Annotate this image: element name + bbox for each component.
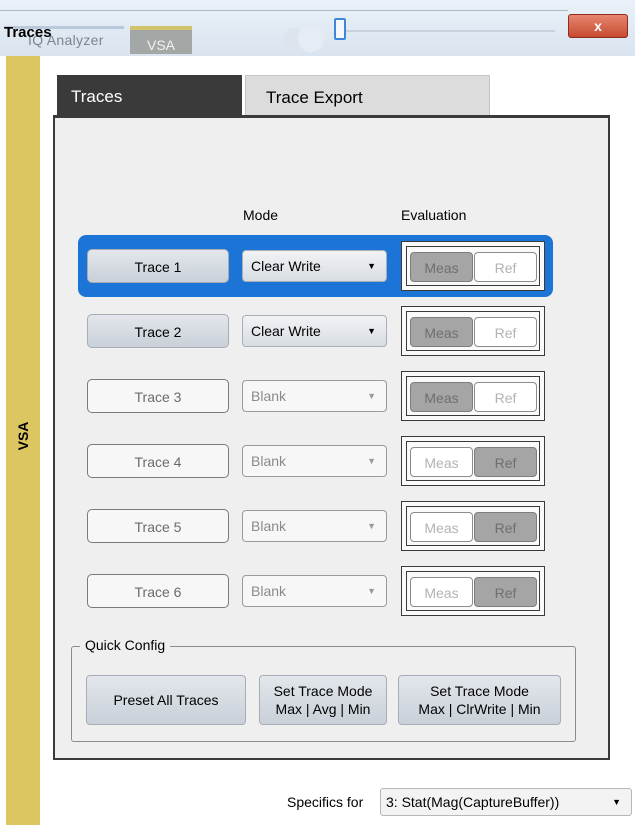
trace-mode-value: Blank (251, 453, 287, 469)
trace-6-ref-toggle[interactable]: Ref (474, 577, 537, 607)
button-label-line1: Set Trace Mode (273, 683, 373, 699)
trace-mode-value: Blank (251, 583, 287, 599)
trace-4-evaluation-toggle: Meas Ref (401, 436, 545, 486)
trace-3-mode-dropdown[interactable]: Blank ▼ (242, 380, 387, 412)
preset-all-traces-button[interactable]: Preset All Traces (86, 675, 246, 725)
side-strip-label: VSA (15, 421, 31, 451)
trace-1-ref-toggle[interactable]: Ref (474, 252, 537, 282)
trace-2-evaluation-toggle: Meas Ref (401, 306, 545, 356)
trace-6-button[interactable]: Trace 6 (87, 574, 229, 608)
trace-2-button[interactable]: Trace 2 (87, 314, 229, 348)
chevron-down-icon: ▼ (367, 521, 376, 531)
trace-5-button[interactable]: Trace 5 (87, 509, 229, 543)
trace-3-ref-toggle[interactable]: Ref (474, 382, 537, 412)
trace-1-meas-toggle[interactable]: Meas (410, 252, 473, 282)
trace-mode-value: Blank (251, 518, 287, 534)
button-label-line2: Max | ClrWrite | Min (418, 701, 541, 717)
trace-2-meas-toggle[interactable]: Meas (410, 317, 473, 347)
chevron-down-icon: ▼ (612, 797, 621, 807)
tab-traces[interactable]: Traces (57, 75, 242, 117)
window-titlebar: IQ Analyzer Traces VSA x (0, 0, 635, 56)
chevron-down-icon: ▼ (367, 391, 376, 401)
trace-4-button[interactable]: Trace 4 (87, 444, 229, 478)
quick-config-group: Quick Config Preset All Traces Set Trace… (71, 637, 576, 742)
trace-2-ref-toggle[interactable]: Ref (474, 317, 537, 347)
chevron-down-icon: ▼ (367, 261, 376, 271)
trace-4-meas-toggle[interactable]: Meas (410, 447, 473, 477)
trace-6-mode-dropdown[interactable]: Blank ▼ (242, 575, 387, 607)
slider-track[interactable] (340, 30, 555, 32)
quick-config-legend: Quick Config (80, 637, 171, 653)
app-tab-vsa[interactable]: VSA (130, 26, 192, 54)
evaluation-toggle-frame: Meas Ref (406, 246, 540, 286)
ghost-indicator (298, 26, 324, 52)
chevron-down-icon: ▼ (367, 456, 376, 466)
window-title: Traces (4, 24, 52, 41)
column-header-evaluation: Evaluation (401, 207, 467, 223)
chevron-down-icon: ▼ (367, 326, 376, 336)
chevron-down-icon: ▼ (367, 586, 376, 596)
trace-1-mode-dropdown[interactable]: Clear Write ▼ (242, 250, 387, 282)
close-button[interactable]: x (568, 14, 628, 38)
evaluation-toggle-frame: Meas Ref (406, 506, 540, 546)
specifics-label: Specifics for (287, 794, 364, 810)
frame-line (0, 10, 568, 11)
button-label-line1: Set Trace Mode (430, 683, 529, 699)
tab-trace-export[interactable]: Trace Export (245, 75, 490, 117)
trace-2-mode-dropdown[interactable]: Clear Write ▼ (242, 315, 387, 347)
trace-5-mode-dropdown[interactable]: Blank ▼ (242, 510, 387, 542)
slider-handle[interactable] (334, 18, 346, 40)
trace-4-ref-toggle[interactable]: Ref (474, 447, 537, 477)
set-trace-mode-max-clrwrite-min-button[interactable]: Set Trace Mode Max | ClrWrite | Min (398, 675, 561, 725)
trace-1-evaluation-toggle: Meas Ref (401, 241, 545, 291)
trace-mode-value: Blank (251, 388, 287, 404)
evaluation-toggle-frame: Meas Ref (406, 571, 540, 611)
evaluation-toggle-frame: Meas Ref (406, 311, 540, 351)
evaluation-toggle-frame: Meas Ref (406, 376, 540, 416)
evaluation-toggle-frame: Meas Ref (406, 441, 540, 481)
trace-5-ref-toggle[interactable]: Ref (474, 512, 537, 542)
side-strip: VSA (6, 56, 40, 825)
trace-3-evaluation-toggle: Meas Ref (401, 371, 545, 421)
column-header-mode: Mode (243, 207, 279, 223)
trace-3-meas-toggle[interactable]: Meas (410, 382, 473, 412)
trace-1-button[interactable]: Trace 1 (87, 249, 229, 283)
trace-6-meas-toggle[interactable]: Meas (410, 577, 473, 607)
trace-6-evaluation-toggle: Meas Ref (401, 566, 545, 616)
trace-mode-value: Clear Write (251, 258, 321, 274)
specifics-dropdown[interactable]: 3: Stat(Mag(CaptureBuffer)) ▼ (380, 788, 632, 816)
trace-3-button[interactable]: Trace 3 (87, 379, 229, 413)
trace-mode-value: Clear Write (251, 323, 321, 339)
set-trace-mode-max-avg-min-button[interactable]: Set Trace Mode Max | Avg | Min (259, 675, 387, 725)
specifics-value: 3: Stat(Mag(CaptureBuffer)) (386, 794, 560, 810)
trace-5-evaluation-toggle: Meas Ref (401, 501, 545, 551)
trace-4-mode-dropdown[interactable]: Blank ▼ (242, 445, 387, 477)
trace-5-meas-toggle[interactable]: Meas (410, 512, 473, 542)
button-label: Preset All Traces (113, 692, 219, 708)
close-icon: x (594, 18, 602, 34)
button-label-line2: Max | Avg | Min (275, 701, 371, 717)
